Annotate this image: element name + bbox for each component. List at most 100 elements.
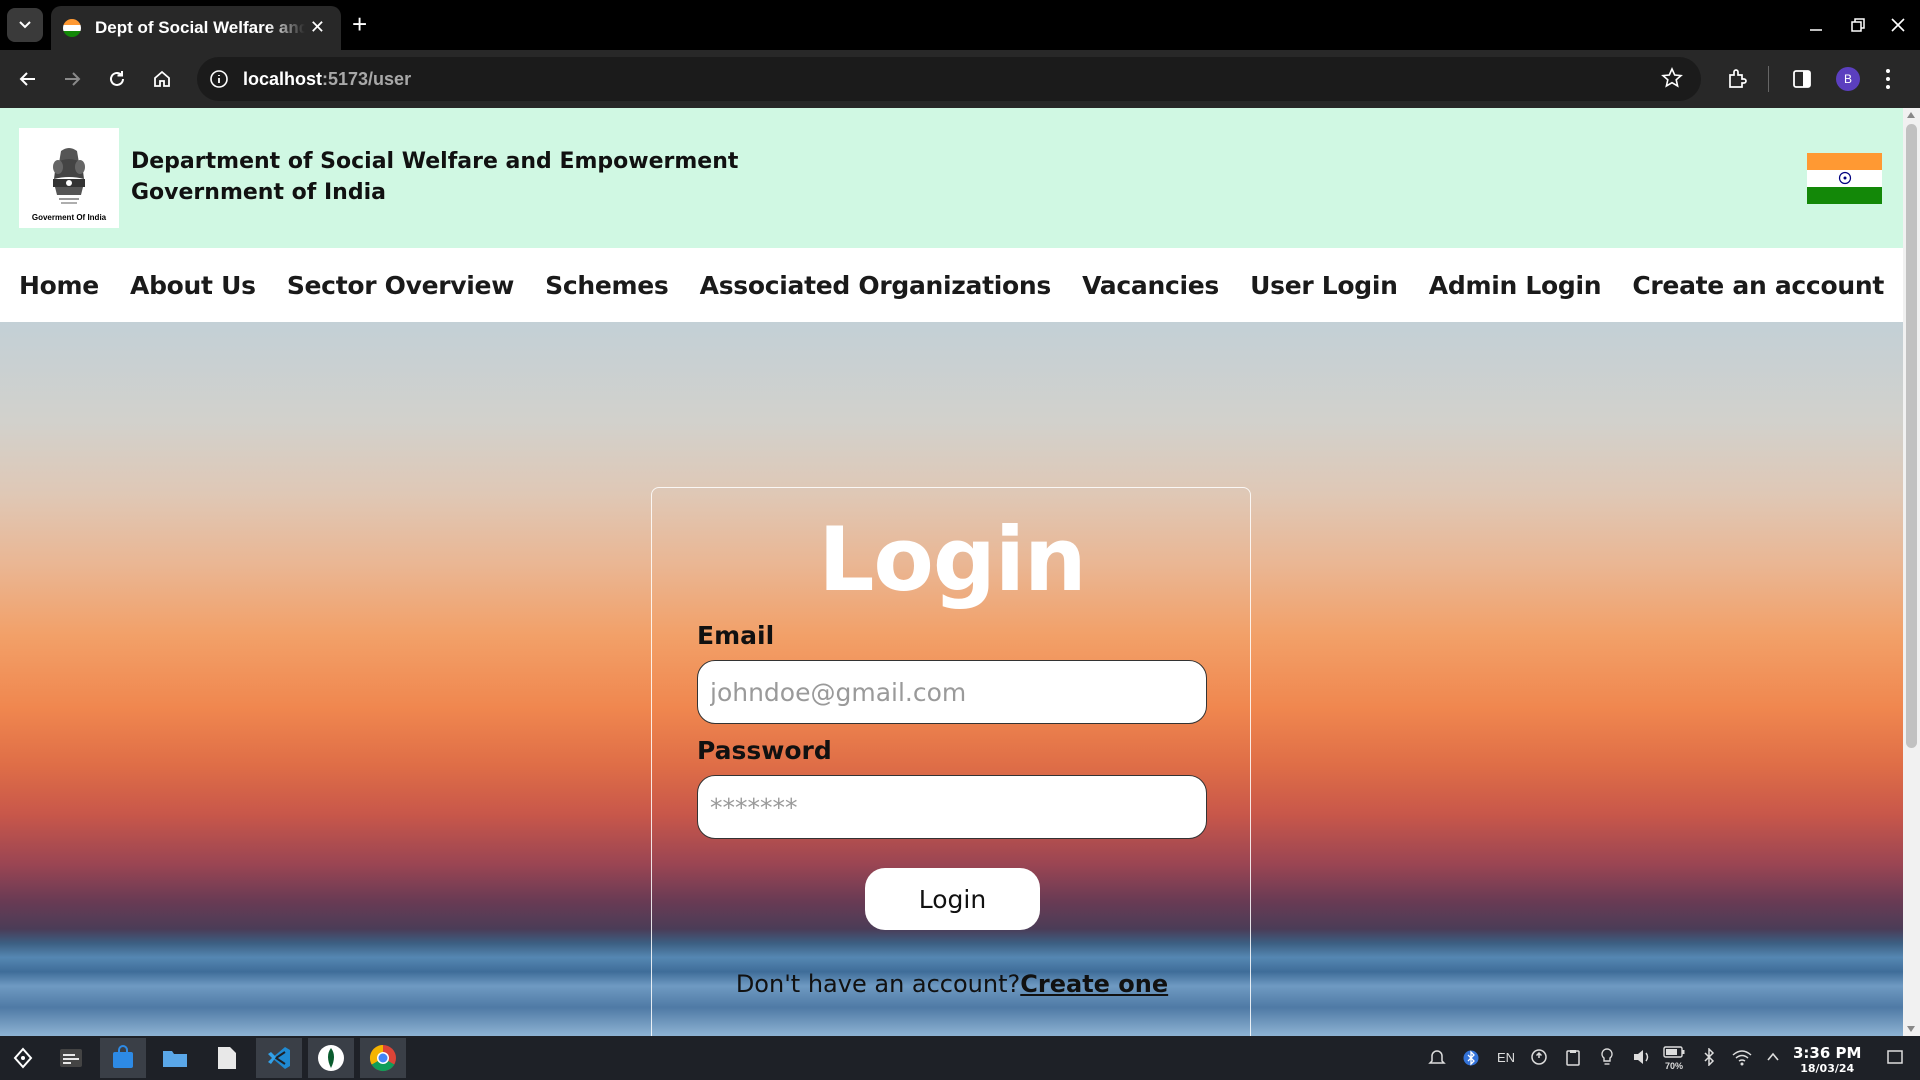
nav-admin-login[interactable]: Admin Login <box>1429 271 1602 300</box>
nav-create-account[interactable]: Create an account <box>1632 271 1884 300</box>
home-button[interactable] <box>148 65 176 93</box>
site-info-icon[interactable] <box>209 69 229 89</box>
browser-tab-bar: Dept of Social Welfare and Empowerment ✕… <box>0 0 1920 50</box>
store-bag-icon <box>113 1045 133 1068</box>
national-emblem-logo: Goverment Of India <box>19 128 119 228</box>
password-label: Password <box>697 736 832 765</box>
volume-icon[interactable] <box>1632 1048 1652 1066</box>
battery-percent: 70% <box>1664 1061 1683 1071</box>
arrow-right-icon <box>65 72 81 86</box>
ashoka-chakra-icon <box>1838 171 1852 185</box>
url-text: localhost:5173/user <box>243 68 412 89</box>
document-icon <box>218 1047 236 1069</box>
reload-icon <box>110 71 124 86</box>
folder-icon <box>163 1051 187 1067</box>
reload-button[interactable] <box>103 65 131 93</box>
clock-date: 18/03/24 <box>1800 1062 1855 1075</box>
file-manager-app[interactable] <box>152 1038 198 1078</box>
store-app[interactable] <box>100 1038 146 1078</box>
sunset-hero-background: Login Email Password Login Don't have an… <box>0 322 1903 1036</box>
india-flag <box>1807 153 1882 204</box>
notifications-icon[interactable] <box>1428 1048 1446 1066</box>
text-editor-app[interactable] <box>204 1038 250 1078</box>
bluetooth-icon[interactable] <box>1703 1048 1715 1066</box>
create-one-link[interactable]: Create one <box>1020 970 1168 998</box>
close-window-icon[interactable] <box>1890 17 1906 33</box>
login-button[interactable]: Login <box>865 868 1040 930</box>
nav-schemes[interactable]: Schemes <box>545 271 669 300</box>
login-card: Login Email Password Login Don't have an… <box>651 487 1251 1036</box>
system-clock[interactable]: 3:36 PM 18/03/24 <box>1793 1044 1861 1075</box>
wifi-icon[interactable] <box>1732 1048 1752 1066</box>
vscode-app[interactable] <box>256 1038 302 1078</box>
signup-prompt-text: Don't have an account? <box>735 970 1021 998</box>
new-tab-button[interactable]: + <box>352 10 367 38</box>
scroll-up-icon[interactable] <box>1907 112 1915 118</box>
nav-user-login[interactable]: User Login <box>1250 271 1398 300</box>
page-viewport: Goverment Of India Department of Social … <box>0 108 1903 1036</box>
nav-about-us[interactable]: About Us <box>130 271 256 300</box>
battery-icon <box>1663 1046 1685 1058</box>
side-panel-icon[interactable] <box>1791 68 1813 90</box>
start-menu-button[interactable] <box>0 1038 46 1078</box>
nav-associated-organizations[interactable]: Associated Organizations <box>700 271 1052 300</box>
toolbar-divider <box>1768 66 1769 92</box>
restore-icon[interactable] <box>1850 17 1866 33</box>
task-manager-app[interactable] <box>48 1038 94 1078</box>
os-taskbar: EN 70% 3:36 PM 18/03/24 <box>0 1036 1920 1080</box>
chevron-up-icon[interactable] <box>1766 1048 1780 1066</box>
clock-time: 3:36 PM <box>1793 1044 1862 1062</box>
chrome-app[interactable] <box>360 1038 406 1078</box>
password-field[interactable] <box>697 775 1207 839</box>
scroll-down-icon[interactable] <box>1907 1026 1915 1032</box>
show-desktop-icon[interactable] <box>1886 1048 1904 1066</box>
battery-indicator[interactable]: 70% <box>1663 1046 1685 1071</box>
department-title: Department of Social Welfare and Empower… <box>131 146 738 208</box>
bookmark-star-icon[interactable] <box>1661 67 1683 89</box>
flag-green-band <box>1807 187 1882 204</box>
email-label: Email <box>697 621 775 650</box>
browser-tab[interactable]: Dept of Social Welfare and Empowerment ✕ <box>51 6 341 50</box>
emblem-caption: Goverment Of India <box>31 213 107 222</box>
tab-title: Dept of Social Welfare and Empowerment <box>95 18 305 37</box>
nav-vacancies[interactable]: Vacancies <box>1082 271 1219 300</box>
nav-sector-overview[interactable]: Sector Overview <box>287 271 515 300</box>
back-button[interactable] <box>14 65 42 93</box>
nav-home[interactable]: Home <box>19 271 99 300</box>
arrow-left-icon <box>19 72 35 86</box>
profile-avatar[interactable]: B <box>1836 67 1860 91</box>
email-field[interactable] <box>697 660 1207 724</box>
update-icon[interactable] <box>1530 1048 1548 1066</box>
address-bar[interactable]: localhost:5173/user <box>197 57 1701 101</box>
login-heading: Login <box>818 508 1086 611</box>
mongodb-compass-app[interactable] <box>308 1038 354 1078</box>
gov-header: Goverment Of India Department of Social … <box>0 108 1903 248</box>
browser-toolbar: localhost:5173/user B <box>0 50 1920 108</box>
chrome-icon <box>369 1044 396 1072</box>
department-name: Department of Social Welfare and Empower… <box>131 149 739 174</box>
page-scrollbar[interactable] <box>1903 108 1920 1036</box>
tab-search-button[interactable] <box>7 8 43 42</box>
lightbulb-icon[interactable] <box>1600 1048 1614 1066</box>
bluetooth-manager-icon[interactable] <box>1463 1048 1479 1068</box>
government-name: Government of India <box>131 180 386 205</box>
main-navigation: Home About Us Sector Overview Schemes As… <box>0 248 1903 322</box>
tab-close-icon[interactable]: ✕ <box>310 17 325 38</box>
keyboard-language[interactable]: EN <box>1497 1050 1515 1065</box>
home-icon <box>154 70 170 87</box>
signup-prompt: Don't have an account?Create one <box>652 970 1252 998</box>
minimize-icon[interactable] <box>1808 18 1824 34</box>
clipboard-icon[interactable] <box>1565 1048 1581 1066</box>
flag-white-band <box>1807 170 1882 187</box>
task-manager-icon <box>60 1049 82 1067</box>
lion-capital-icon <box>53 148 85 204</box>
vscode-icon <box>268 1047 290 1069</box>
start-menu-icon <box>13 1047 33 1069</box>
leaf-icon <box>318 1045 344 1071</box>
extensions-icon[interactable] <box>1726 68 1748 90</box>
scrollbar-thumb[interactable] <box>1906 124 1917 748</box>
tab-favicon-icon <box>63 19 81 37</box>
more-menu-icon[interactable] <box>1884 67 1892 91</box>
flag-saffron-band <box>1807 153 1882 170</box>
forward-button[interactable] <box>58 65 86 93</box>
